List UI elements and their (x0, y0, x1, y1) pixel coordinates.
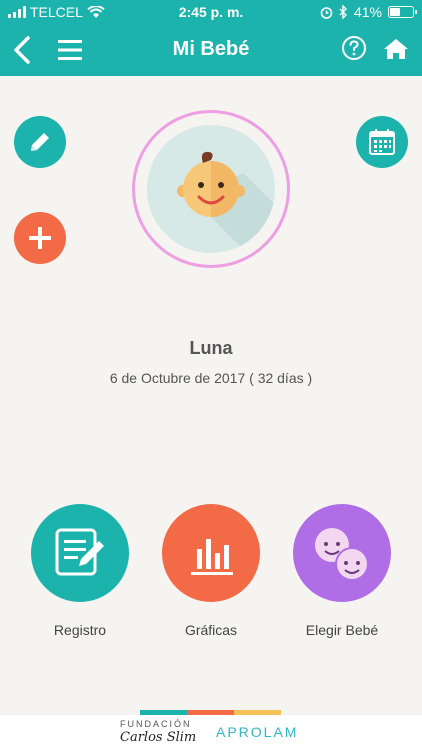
alarm-icon (320, 6, 333, 19)
calendar-button[interactable] (356, 116, 408, 168)
fundacion-label: FUNDACIÓN (120, 719, 192, 729)
registro-label: Registro (53, 622, 107, 638)
bar-chart-icon (191, 539, 233, 575)
elegir-bebe-button[interactable] (293, 504, 391, 602)
help-icon (342, 36, 366, 60)
home-icon (384, 39, 408, 59)
add-baby-button[interactable] (14, 212, 66, 264)
battery-icon (388, 6, 417, 18)
nav-bar: Mi Bebé (0, 24, 422, 76)
babies-icon (315, 528, 369, 581)
document-edit-icon (55, 528, 104, 576)
baby-birth-info: 6 de Octubre de 2017 ( 32 días ) (109, 370, 313, 386)
graficas-label: Gráficas (184, 622, 238, 638)
baby-avatar[interactable] (132, 110, 290, 268)
bluetooth-icon (339, 5, 347, 19)
baby-face-icon (177, 151, 275, 253)
footer: FUNDACIÓN Carlos Slim APROLAM (0, 715, 422, 750)
help-button[interactable] (338, 34, 370, 66)
status-bar: TELCEL 2:45 p. m. 41% (0, 0, 422, 24)
avatar-background (147, 125, 275, 253)
graficas-button[interactable] (162, 504, 260, 602)
top-bar: TELCEL 2:45 p. m. 41% Mi Bebé (0, 0, 422, 76)
elegir-bebe-label: Elegir Bebé (305, 622, 379, 638)
pencil-icon (31, 133, 49, 151)
baby-name: Luna (189, 338, 233, 358)
aprolam-logo: APROLAM (216, 724, 299, 740)
plus-icon (29, 227, 51, 249)
registro-button[interactable] (31, 504, 129, 602)
battery-percent: 41% (353, 4, 382, 20)
status-right: 41% (320, 4, 417, 20)
edit-baby-button[interactable] (14, 116, 66, 168)
calendar-icon (369, 129, 395, 155)
carlos-slim-logo: Carlos Slim (120, 730, 197, 745)
home-button[interactable] (380, 34, 412, 66)
